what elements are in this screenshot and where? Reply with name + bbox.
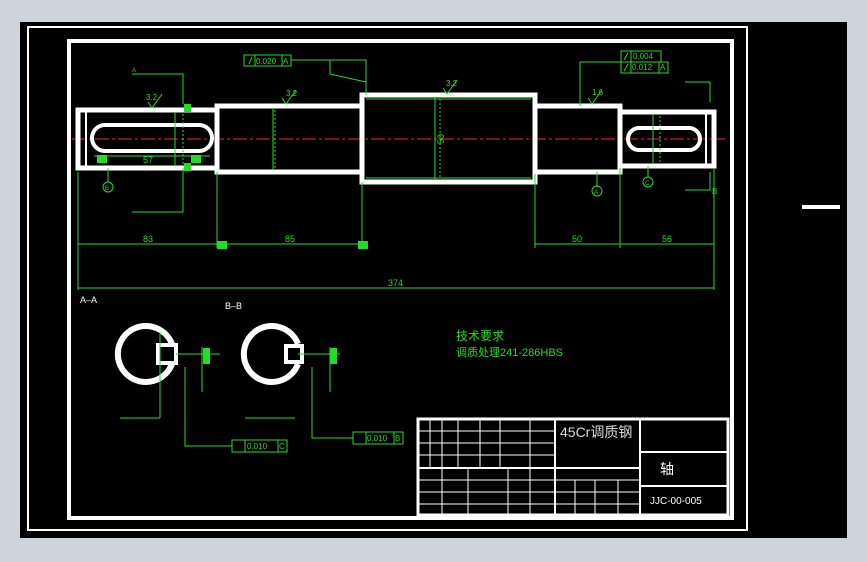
roughness-4: 1.6	[592, 88, 604, 97]
cad-canvas: A B B A C 3.2 3.2 3.2 1.6 0.020 A 0.004 …	[0, 0, 867, 562]
section-aa: 0.010 C	[114, 323, 288, 453]
roughness-2: 3.2	[286, 89, 298, 98]
bb-tolerance-datum: B	[395, 434, 400, 443]
section-label-aa: A–A	[80, 295, 97, 305]
roughness-3: 3.2	[446, 79, 458, 88]
section-marker-a: A	[132, 68, 136, 74]
top-runout-datum: A	[283, 57, 289, 66]
datum-marker-b: B	[105, 186, 109, 192]
top-runout-value: 0.020	[256, 57, 277, 66]
datum-marker-a: A	[594, 190, 598, 196]
tech-req-line1: 调质处理241-286HBS	[456, 346, 563, 359]
section-label-bb: B–B	[225, 301, 242, 311]
roughness-1: 3.2	[146, 93, 158, 102]
aa-tolerance-value: 0.010	[247, 442, 268, 451]
drawing-svg: A B B A C 3.2 3.2 3.2 1.6 0.020 A 0.004 …	[27, 26, 840, 531]
title-part-name: 轴	[660, 461, 674, 477]
dim-56: 56	[662, 234, 672, 244]
left-keyway	[90, 123, 214, 153]
top-right-2-datum: A	[660, 63, 666, 72]
top-right-2-value: 0.012	[632, 63, 653, 72]
dim-50-horizontal: 50	[572, 234, 582, 244]
top-right-1-value: 0.004	[633, 52, 654, 61]
dim-85: 85	[285, 234, 295, 244]
title-drawing-number: JJC-00-005	[650, 496, 702, 507]
drawing-viewport[interactable]: A B B A C 3.2 3.2 3.2 1.6 0.020 A 0.004 …	[20, 22, 847, 538]
bb-tolerance-value: 0.010	[367, 434, 388, 443]
section-marker-b: B	[712, 187, 717, 196]
dim-50-vertical: 50	[436, 134, 446, 144]
section-bb: 0.010 B	[240, 323, 404, 445]
dim-57: 57	[143, 155, 153, 165]
aa-tolerance-datum: C	[279, 442, 285, 451]
dim-374: 374	[388, 278, 403, 288]
title-material: 45Cr调质钢	[560, 424, 632, 440]
crosshair-cursor	[802, 205, 840, 209]
dim-83: 83	[143, 234, 153, 244]
tech-req-title: 技术要求	[456, 329, 504, 343]
datum-marker-c: C	[645, 181, 650, 187]
